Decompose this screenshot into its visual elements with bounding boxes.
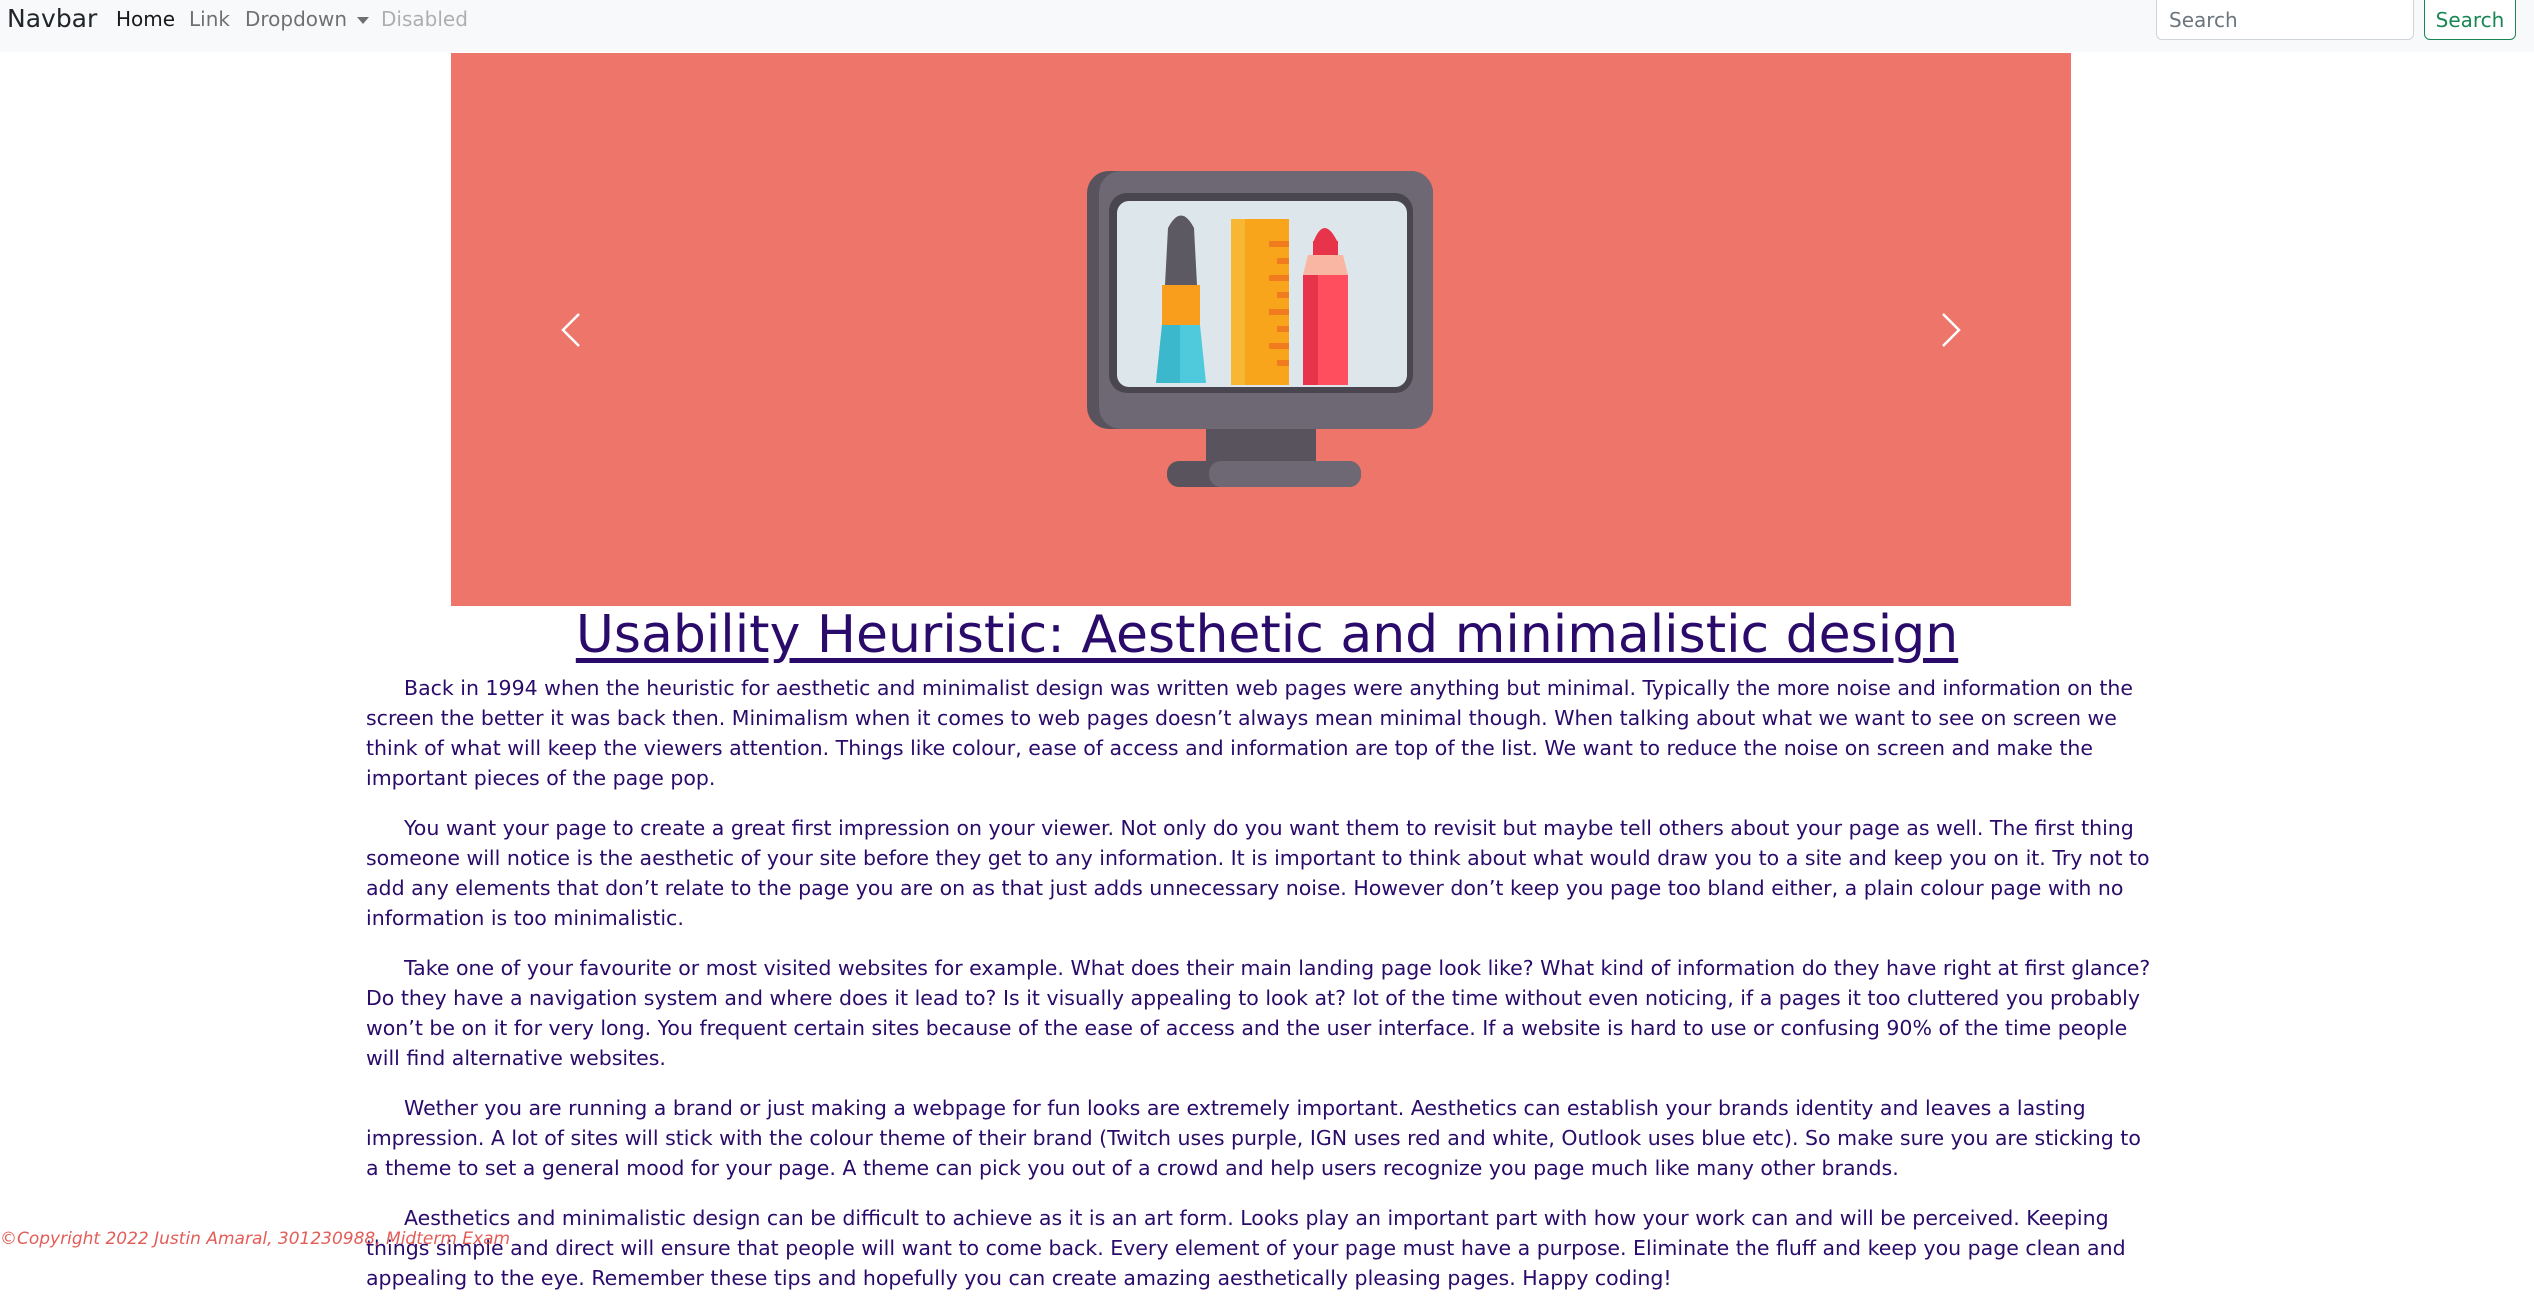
navbar: Navbar Home Link Dropdown Disabled Searc…: [0, 0, 2534, 52]
paragraph: Take one of your favourite or most visit…: [366, 956, 2151, 1070]
nav-link-disabled: Disabled: [381, 7, 468, 31]
monitor-with-art-tools-icon: [1087, 171, 1433, 487]
nav-link-home[interactable]: Home: [116, 0, 175, 38]
title-wrapper: Usability Heuristic: Aesthetic and minim…: [0, 600, 2534, 670]
carousel-next-button[interactable]: [1891, 53, 2011, 606]
chevron-left-icon: [561, 312, 580, 347]
search-button[interactable]: Search: [2424, 0, 2516, 40]
nav-link-link[interactable]: Link: [189, 0, 230, 38]
caret-down-icon: [357, 17, 370, 24]
carousel: [451, 53, 2071, 606]
navbar-brand[interactable]: Navbar: [7, 0, 97, 38]
paragraph: Aesthetics and minimalistic design can b…: [366, 1206, 2126, 1290]
page-title[interactable]: Usability Heuristic: Aesthetic and minim…: [576, 600, 1958, 670]
paragraph: You want your page to create a great fir…: [366, 816, 2150, 930]
paragraph: Back in 1994 when the heuristic for aest…: [366, 676, 2133, 790]
footer-copyright: ©Copyright 2022 Justin Amaral, 301230988…: [0, 1229, 511, 1249]
chevron-right-icon: [1942, 312, 1961, 347]
article-body: Back in 1994 when the heuristic for aest…: [366, 673, 2156, 1313]
carousel-prev-button[interactable]: [511, 53, 631, 606]
nav-dropdown-label: Dropdown: [245, 7, 348, 31]
paragraph: Wether you are running a brand or just m…: [366, 1096, 2141, 1180]
search-input[interactable]: [2156, 0, 2414, 40]
nav-dropdown-toggle[interactable]: Dropdown: [245, 0, 370, 38]
